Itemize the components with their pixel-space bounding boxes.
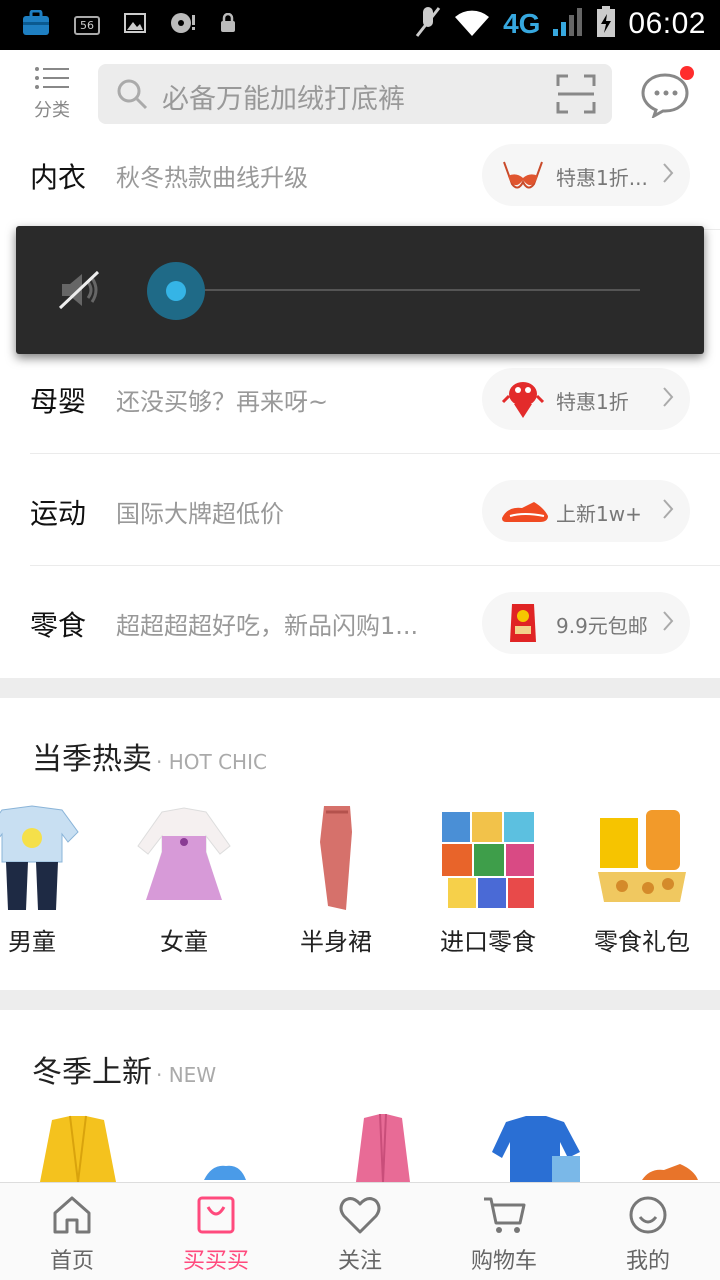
- battery-icon: [596, 6, 616, 42]
- category-name: 运动: [30, 497, 87, 530]
- nav-label: 我的: [625, 1249, 670, 1274]
- hot-item-label: 半身裙: [300, 928, 372, 956]
- snack-gift-image-icon: [592, 802, 692, 914]
- home-icon: [22, 1195, 122, 1239]
- hot-item-label: 男童: [8, 928, 56, 956]
- promo-text: 特惠1折: [556, 390, 629, 414]
- search-placeholder: 必备万能加绒打底裤: [162, 84, 405, 115]
- nav-profile[interactable]: 我的: [598, 1191, 698, 1277]
- category-name: 内衣: [30, 161, 87, 194]
- bra-thumbnail-icon: [500, 154, 546, 196]
- category-button[interactable]: 分类: [28, 66, 76, 122]
- lock-icon: [220, 12, 236, 37]
- unread-dot: [680, 66, 694, 80]
- category-row-sports[interactable]: 运动 国际大牌超低价 上新1w+: [30, 454, 720, 566]
- signal-icon: [552, 7, 584, 41]
- hot-section-title: 当季热卖 · HOT CHIC: [32, 734, 267, 778]
- message-button[interactable]: [640, 66, 694, 122]
- boys-clothing-image-icon: [0, 802, 82, 914]
- new-section-title: 冬季上新 · NEW: [32, 1047, 216, 1091]
- wifi-icon: [453, 7, 491, 41]
- promo-pill[interactable]: 特惠1折...: [482, 144, 690, 206]
- sneaker-thumbnail-icon: [500, 490, 548, 532]
- section-title-text: 当季热卖: [32, 742, 152, 777]
- chevron-right-icon: [662, 162, 674, 190]
- search-input[interactable]: 必备万能加绒打底裤: [98, 64, 612, 124]
- chips-bag-thumbnail-icon: [500, 602, 546, 644]
- chevron-right-icon: [662, 386, 674, 414]
- search-icon: [116, 78, 148, 114]
- category-row-snacks[interactable]: 零食 超超超超好吃，新品闪购1... 9.9元包邮: [30, 566, 720, 678]
- network-type: 4G: [503, 8, 541, 39]
- nav-label: 买买买: [182, 1249, 249, 1274]
- nav-label: 关注: [337, 1249, 382, 1274]
- volume-track[interactable]: [192, 289, 640, 291]
- bottom-navigation: 首页 买买买 关注 购物车 我的: [0, 1182, 720, 1280]
- pink-coat-image-icon[interactable]: [350, 1112, 416, 1186]
- promo-text: 特惠1折...: [556, 166, 648, 190]
- category-desc: 国际大牌超低价: [116, 500, 284, 528]
- heart-icon: [310, 1195, 410, 1239]
- nav-home[interactable]: 首页: [22, 1191, 122, 1277]
- status-bar: 56 4G 06:02: [0, 0, 720, 50]
- cart-icon: [454, 1195, 554, 1239]
- skirt-image-icon: [286, 802, 386, 914]
- shopping-bag-icon: [166, 1195, 266, 1239]
- mute-icon: [415, 6, 441, 42]
- section-subtitle: · NEW: [156, 1063, 217, 1087]
- hot-item-skirt[interactable]: 半身裙: [276, 802, 396, 962]
- category-desc: 超超超超好吃，新品闪购1...: [116, 612, 419, 640]
- promo-pill[interactable]: 特惠1折: [482, 368, 690, 430]
- category-desc: 秋冬热款曲线升级: [116, 164, 308, 192]
- volume-slider-thumb[interactable]: [147, 262, 205, 320]
- image-icon: [124, 13, 146, 37]
- section-subtitle: · HOT CHIC: [156, 750, 267, 774]
- nav-shop[interactable]: 买买买: [166, 1191, 266, 1277]
- disc-icon: [170, 11, 196, 39]
- category-name: 零食: [30, 609, 87, 642]
- category-row-underwear[interactable]: 内衣 秋冬热款曲线升级 特惠1折...: [30, 118, 720, 230]
- nav-cart[interactable]: 购物车: [454, 1191, 554, 1277]
- hot-item-snack-gift[interactable]: 零食礼包: [582, 802, 702, 962]
- speaker-muted-icon[interactable]: [58, 270, 104, 314]
- hot-item-imported-snacks[interactable]: 进口零食: [428, 802, 548, 962]
- nav-follow[interactable]: 关注: [310, 1191, 410, 1277]
- nav-label: 首页: [49, 1249, 94, 1274]
- hot-item-label: 进口零食: [440, 928, 536, 956]
- section-divider: [0, 990, 720, 1010]
- yellow-cardigan-image-icon[interactable]: [30, 1112, 126, 1186]
- chevron-right-icon: [662, 610, 674, 638]
- category-name: 母婴: [30, 385, 87, 418]
- section-divider: [0, 678, 720, 698]
- nav-label: 购物车: [470, 1249, 537, 1274]
- imported-snacks-image-icon: [438, 802, 538, 914]
- profile-icon: [598, 1195, 698, 1239]
- hot-item-label: 女童: [160, 928, 208, 956]
- menu-list-icon: [34, 67, 70, 94]
- chevron-right-icon: [662, 498, 674, 526]
- category-desc: 还没买够？再来呀~: [116, 388, 329, 416]
- clock: 06:02: [628, 7, 706, 40]
- promo-pill[interactable]: 上新1w+: [482, 480, 690, 542]
- section-title-text: 冬季上新: [32, 1055, 152, 1090]
- hot-item-label: 零食礼包: [594, 928, 690, 956]
- promo-text: 上新1w+: [556, 502, 642, 526]
- promo-text: 9.9元包邮: [556, 614, 648, 638]
- briefcase-icon: [22, 9, 50, 40]
- promo-pill[interactable]: 9.9元包邮: [482, 592, 690, 654]
- hot-item-boys[interactable]: 男童: [0, 802, 92, 962]
- girls-dress-image-icon: [134, 802, 234, 914]
- volume-overlay: [16, 226, 704, 354]
- fish-toy-thumbnail-icon: [500, 378, 546, 420]
- category-row-baby[interactable]: 母婴 还没买够？再来呀~ 特惠1折: [30, 342, 720, 454]
- hot-item-girls[interactable]: 女童: [124, 802, 244, 962]
- notification-badge: 56: [74, 15, 100, 35]
- blue-sweater-image-icon[interactable]: [490, 1112, 586, 1186]
- scan-icon[interactable]: [556, 74, 596, 118]
